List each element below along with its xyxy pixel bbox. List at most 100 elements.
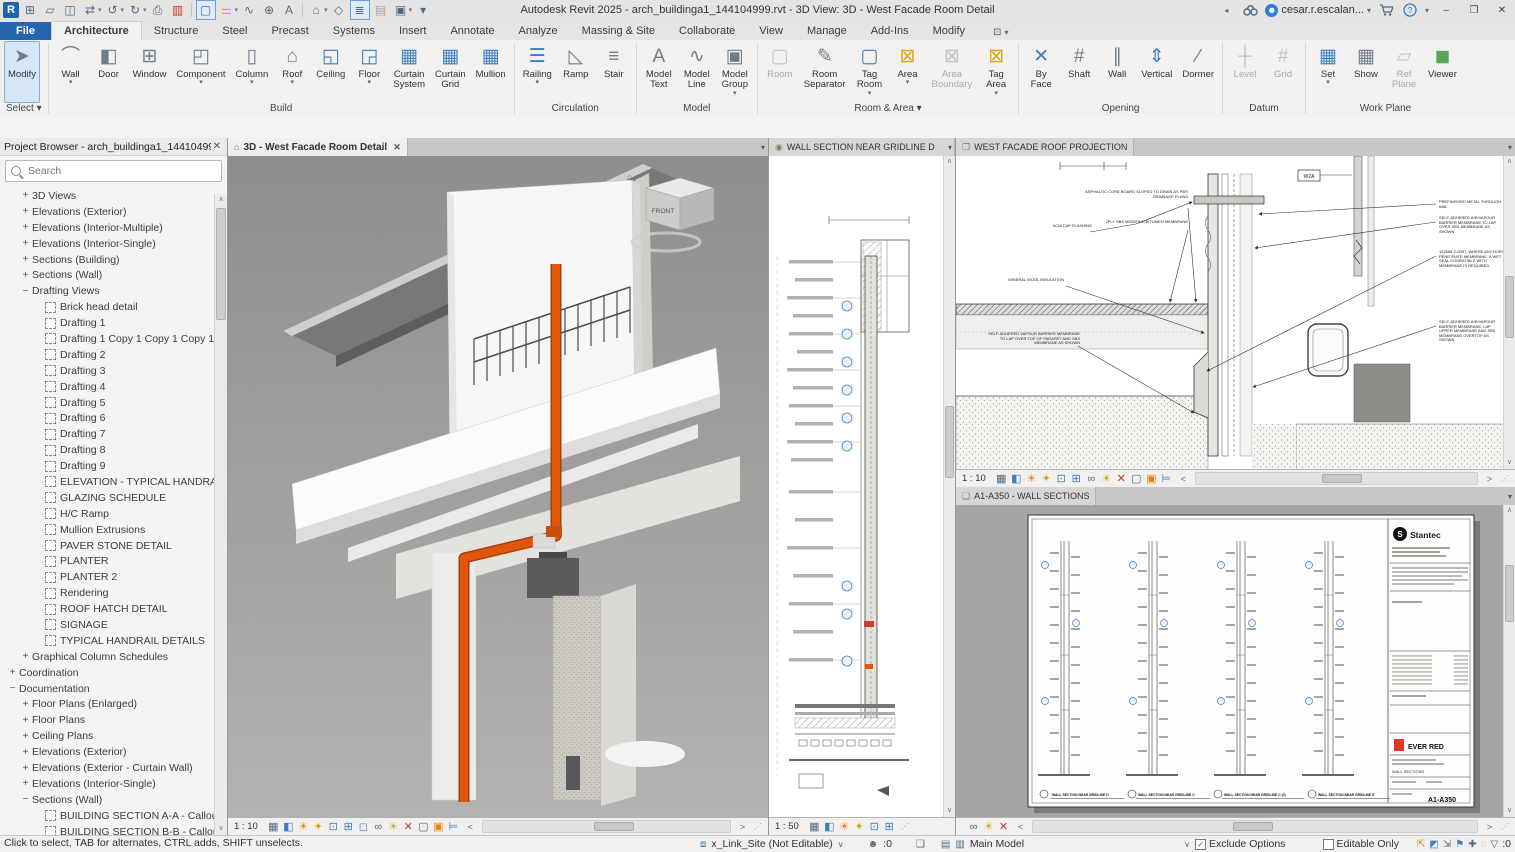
ref-plane-icon[interactable]: ◇ bbox=[330, 1, 348, 19]
ribbon-tab-insert[interactable]: Insert bbox=[387, 22, 439, 40]
vertical-scrollbar[interactable]: ∧ ∨ bbox=[1503, 505, 1515, 817]
scroll-left-icon[interactable]: < bbox=[1013, 819, 1028, 834]
expand-icon[interactable]: + bbox=[19, 190, 32, 201]
selection-circle-icon[interactable]: ◌ bbox=[1481, 839, 1487, 850]
tree-item[interactable]: + Elevations (Interior-Multiple) bbox=[0, 220, 227, 236]
ramp-button[interactable]: ◺ Ramp bbox=[558, 41, 594, 103]
tree-item[interactable]: Brick head detail bbox=[0, 299, 227, 315]
close-button[interactable]: ✕ bbox=[1491, 1, 1513, 19]
tree-item[interactable]: + Elevations (Exterior) bbox=[0, 204, 227, 220]
roof-detail-canvas[interactable]: W2A ACM CAP FLASHING ASPHALTIC CORE BOARD… bbox=[956, 156, 1515, 469]
expand-icon[interactable]: + bbox=[19, 270, 32, 281]
worksharing-display-icon[interactable]: ✕ bbox=[996, 819, 1011, 834]
ribbon-tab-view[interactable]: View bbox=[747, 22, 795, 40]
vertical-scrollbar[interactable]: ∧ ∨ bbox=[1503, 156, 1515, 469]
synchronize-icon[interactable]: ⇄ bbox=[81, 1, 99, 19]
tree-item[interactable]: Drafting 5 bbox=[0, 395, 227, 411]
tree-item[interactable]: Drafting 9 bbox=[0, 458, 227, 474]
synchronize-icon-caret[interactable]: ▾ bbox=[98, 6, 102, 14]
reveal-constraints-icon[interactable]: ⊨ bbox=[446, 819, 461, 834]
dropdown-caret-icon[interactable]: ▾ bbox=[291, 79, 295, 86]
resize-grip[interactable]: ⋰ bbox=[752, 822, 764, 831]
tree-item[interactable]: + Sections (Building) bbox=[0, 252, 227, 268]
ribbon-tab-analyze[interactable]: Analyze bbox=[507, 22, 570, 40]
tree-item[interactable]: ELEVATION - TYPICAL HANDRAIL bbox=[0, 474, 227, 490]
tab-west-facade-roof-projection[interactable]: ❐ WEST FACADE ROOF PROJECTION bbox=[956, 138, 1135, 156]
tree-item[interactable]: PLANTER 2 bbox=[0, 569, 227, 585]
mullion-button[interactable]: ▦ Mullion bbox=[472, 41, 510, 103]
schedules-icon[interactable]: ▤ bbox=[941, 839, 950, 850]
tree-item[interactable]: Drafting 2 bbox=[0, 347, 227, 363]
filter-icon[interactable]: ▽ bbox=[1491, 839, 1499, 850]
temporary-view-properties-icon[interactable]: ▢ bbox=[416, 819, 431, 834]
expand-icon[interactable]: + bbox=[19, 222, 32, 233]
measure-icon-caret[interactable]: ▾ bbox=[235, 6, 239, 14]
lock-view-icon[interactable]: ◻ bbox=[356, 819, 371, 834]
panel-label[interactable]: Work Plane bbox=[1306, 103, 1465, 117]
pick-box-icon[interactable]: ▢ bbox=[195, 0, 216, 20]
tab-list-menu-icon[interactable]: ▾ bbox=[1508, 138, 1512, 156]
scroll-right-icon[interactable]: > bbox=[1482, 471, 1497, 486]
curtain-grid-button[interactable]: ▦ Curtain Grid bbox=[431, 41, 470, 103]
dormer-button[interactable]: ∕ Dormer bbox=[1178, 41, 1218, 103]
project-browser-header[interactable]: Project Browser - arch_buildinga1_144104… bbox=[0, 138, 227, 156]
panel-label[interactable]: Model bbox=[637, 103, 757, 117]
shaft-button[interactable]: # Shaft bbox=[1061, 41, 1097, 103]
drag-on-selection-icon[interactable]: ✚ bbox=[1468, 839, 1476, 850]
shadows-icon[interactable]: ✦ bbox=[311, 819, 326, 834]
expand-icon[interactable]: + bbox=[19, 731, 32, 742]
user-menu-caret[interactable]: ▾ bbox=[1367, 6, 1371, 15]
by-face-button[interactable]: ✕ By Face bbox=[1023, 41, 1059, 103]
scroll-right-icon[interactable]: > bbox=[735, 819, 750, 834]
undo-icon-caret[interactable]: ▾ bbox=[121, 6, 125, 14]
temporary-view-properties-icon[interactable]: ▢ bbox=[1129, 471, 1144, 486]
crop-view-icon[interactable]: ⊡ bbox=[1054, 471, 1069, 486]
crop-view-icon[interactable]: ⊡ bbox=[867, 819, 882, 834]
expand-icon[interactable]: + bbox=[19, 699, 32, 710]
dropdown-caret-icon[interactable]: ▾ bbox=[368, 79, 372, 86]
tree-item[interactable]: PAVER STONE DETAIL bbox=[0, 538, 227, 554]
tree-item[interactable]: GLAZING SCHEDULE bbox=[0, 490, 227, 506]
tree-item[interactable]: + Graphical Column Schedules bbox=[0, 649, 227, 665]
railing-button[interactable]: ☰ Railing ▾ bbox=[519, 41, 556, 103]
ribbon-tab-collaborate[interactable]: Collaborate bbox=[667, 22, 747, 40]
sun-path-icon[interactable]: ☀ bbox=[837, 819, 852, 834]
panel-label[interactable]: Datum bbox=[1223, 103, 1305, 117]
editable-elements-icon[interactable]: ☻ bbox=[868, 839, 879, 850]
model-line-button[interactable]: ∿ Model Line bbox=[679, 41, 715, 103]
model-group-button[interactable]: ▣ Model Group ▾ bbox=[717, 41, 753, 103]
horizontal-scrollbar[interactable] bbox=[1032, 820, 1478, 833]
modify-contextual-dropdown[interactable]: ⊡ ▾ bbox=[987, 25, 1014, 40]
select-by-face-icon[interactable]: ⚑ bbox=[1455, 839, 1464, 850]
resize-grip[interactable]: ⋰ bbox=[1499, 822, 1511, 831]
crop-region-icon[interactable]: ⊞ bbox=[341, 819, 356, 834]
displaced-elements-icon[interactable]: ▣ bbox=[431, 819, 446, 834]
tree-item[interactable]: BUILDING SECTION A-A - Callout bbox=[0, 808, 227, 824]
horizontal-scrollbar[interactable] bbox=[481, 820, 731, 833]
scale-control[interactable]: 1 : 10 bbox=[232, 821, 264, 832]
reveal-hidden-icon[interactable]: ☀ bbox=[386, 819, 401, 834]
tree-item[interactable]: SIGNAGE bbox=[0, 617, 227, 633]
tree-item[interactable]: H/C Ramp bbox=[0, 506, 227, 522]
window-layout-icon[interactable]: ⊞ bbox=[21, 1, 39, 19]
tree-item[interactable]: + Elevations (Exterior) bbox=[0, 744, 227, 760]
displaced-elements-icon[interactable]: ▣ bbox=[1144, 471, 1159, 486]
save-icon[interactable]: ◫ bbox=[61, 1, 79, 19]
binoculars-search-icon[interactable] bbox=[1241, 1, 1259, 19]
ribbon-tab-add-ins[interactable]: Add-Ins bbox=[859, 22, 921, 40]
resize-grip[interactable]: ⋰ bbox=[1499, 474, 1511, 483]
vertical-scrollbar[interactable]: ∧ ∨ bbox=[943, 156, 955, 817]
worksharing-display-icon[interactable]: ✕ bbox=[401, 819, 416, 834]
active-design-option-select[interactable]: Main Model bbox=[970, 838, 1024, 850]
exclude-options-checkbox[interactable]: ✓ Exclude Options bbox=[1194, 838, 1285, 850]
tree-item[interactable]: Drafting 8 bbox=[0, 442, 227, 458]
hide-isolate-icon[interactable]: ∞ bbox=[371, 819, 386, 834]
stair-button[interactable]: ≡ Stair bbox=[596, 41, 632, 103]
dropdown-caret-icon[interactable]: ▾ bbox=[1326, 79, 1330, 86]
expand-icon[interactable]: + bbox=[19, 778, 32, 789]
tree-item[interactable]: Drafting 6 bbox=[0, 410, 227, 426]
sheets-icon[interactable]: ▥ bbox=[955, 839, 964, 850]
ceiling-button[interactable]: ◱ Ceiling bbox=[312, 41, 349, 103]
help-menu-caret[interactable]: ▾ bbox=[1425, 6, 1429, 15]
tab-3d-west-facade-room-detail[interactable]: ⌂ 3D - West Facade Room Detail ✕ bbox=[228, 138, 408, 156]
